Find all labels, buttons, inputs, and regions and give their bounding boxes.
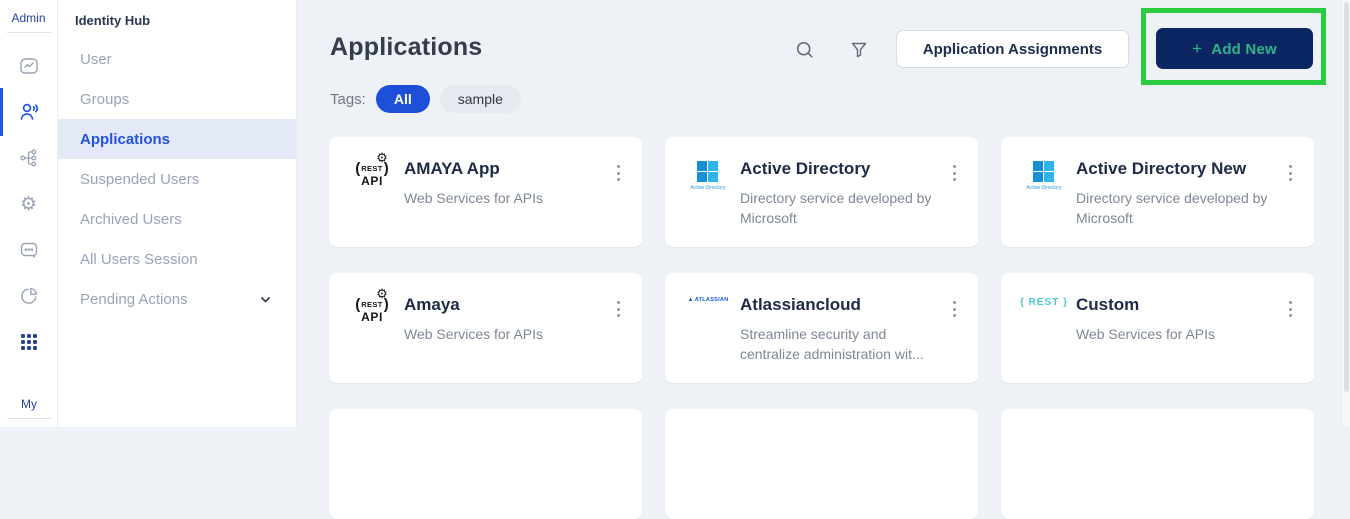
card-title: AMAYA App: [404, 159, 500, 179]
add-new-button[interactable]: +Add New: [1156, 28, 1313, 69]
pie-chart-icon[interactable]: [17, 284, 41, 308]
atlassian-icon: ▲ATLASSIAN: [687, 297, 728, 303]
rail-divider: [7, 32, 51, 33]
sidebar-item-label: Pending Actions: [80, 291, 188, 308]
sidebar-item-label: Applications: [80, 131, 170, 148]
sidebar-item-suspended-users[interactable]: Suspended Users: [58, 159, 296, 199]
gear-icon[interactable]: ⚙: [17, 192, 41, 216]
sidebar-menu: User Groups Applications Suspended Users…: [58, 39, 296, 319]
active-directory-icon: Active Directory: [690, 161, 725, 191]
tags-row: Tags: All sample: [330, 85, 521, 113]
card-partial: [329, 409, 642, 519]
card-description: Directory service developed by Microsoft: [740, 188, 932, 228]
admin-rail: Admin ⚙: [0, 0, 58, 427]
rail-my-label[interactable]: My: [0, 397, 58, 411]
sidebar-item-archived-users[interactable]: Archived Users: [58, 199, 296, 239]
card-menu-button[interactable]: [1280, 161, 1300, 185]
chevron-down-icon: [259, 293, 272, 306]
sidebar-title: Identity Hub: [58, 0, 296, 28]
sidebar-item-user[interactable]: User: [58, 39, 296, 79]
application-card[interactable]: { REST } Custom Web Services for APIs: [1001, 273, 1314, 383]
card-partial: [665, 409, 978, 519]
sidebar-item-applications[interactable]: Applications: [58, 119, 296, 159]
sidebar-item-label: All Users Session: [80, 251, 198, 268]
cards-grid: ⚙(REST)API AMAYA App Web Services for AP…: [329, 137, 1314, 519]
rest-api-icon: ⚙(REST)API: [355, 297, 389, 323]
card-menu-button[interactable]: [608, 161, 628, 185]
search-button[interactable]: [793, 38, 817, 62]
card-title: Custom: [1076, 295, 1139, 315]
sidebar-item-label: Groups: [80, 91, 129, 108]
sidebar-item-groups[interactable]: Groups: [58, 79, 296, 119]
card-description: Streamline security and centralize admin…: [740, 324, 932, 364]
tag-pill-all[interactable]: All: [376, 85, 430, 113]
application-card[interactable]: ⚙(REST)API AMAYA App Web Services for AP…: [329, 137, 642, 247]
dashboard-icon[interactable]: [17, 54, 41, 78]
main-content: Applications Application Assignments +Ad…: [297, 0, 1350, 427]
card-icon-slot: ⚙(REST)API: [347, 297, 397, 323]
rest-custom-icon: { REST }: [1020, 297, 1068, 308]
card-icon-slot: Active Directory: [683, 161, 733, 191]
card-title: Active Directory New: [1076, 159, 1246, 179]
sitemap-icon[interactable]: [17, 146, 41, 170]
rail-admin-label: Admin: [0, 11, 57, 25]
card-description: Directory service developed by Microsoft: [1076, 188, 1268, 228]
card-title: Active Directory: [740, 159, 870, 179]
card-description: Web Services for APIs: [404, 188, 596, 208]
application-card[interactable]: ⚙(REST)API Amaya Web Services for APIs: [329, 273, 642, 383]
plus-icon: +: [1192, 39, 1202, 58]
card-icon-slot: ▲ATLASSIAN: [683, 297, 733, 303]
card-partial: [1001, 409, 1314, 519]
sidebar: Identity Hub User Groups Applications Su…: [58, 0, 297, 427]
active-directory-icon: Active Directory: [1026, 161, 1061, 191]
sidebar-item-all-users-session[interactable]: All Users Session: [58, 239, 296, 279]
rail-active-indicator: [0, 88, 3, 136]
application-assignments-button[interactable]: Application Assignments: [896, 30, 1129, 68]
sidebar-item-label: Archived Users: [80, 211, 182, 228]
scrollbar-track[interactable]: [1342, 0, 1350, 427]
card-title: Atlassiancloud: [740, 295, 861, 315]
card-menu-button[interactable]: [944, 297, 964, 321]
card-description: Web Services for APIs: [1076, 324, 1268, 344]
filter-icon[interactable]: [847, 38, 871, 62]
tag-pill-sample[interactable]: sample: [440, 85, 521, 113]
card-menu-button[interactable]: [944, 161, 964, 185]
rail-divider-bottom: [7, 418, 51, 419]
card-title: Amaya: [404, 295, 460, 315]
card-icon-slot: Active Directory: [1019, 161, 1069, 191]
application-card[interactable]: ▲ATLASSIAN Atlassiancloud Streamline sec…: [665, 273, 978, 383]
application-card[interactable]: Active Directory Active Directory Direct…: [665, 137, 978, 247]
rest-api-icon: ⚙(REST)API: [355, 161, 389, 187]
users-icon[interactable]: [17, 100, 41, 124]
apps-grid-icon[interactable]: [17, 330, 41, 354]
card-icon-slot: { REST }: [1019, 297, 1069, 308]
application-card[interactable]: Active Directory Active Directory New Di…: [1001, 137, 1314, 247]
card-menu-button[interactable]: [608, 297, 628, 321]
sidebar-item-label: Suspended Users: [80, 171, 199, 188]
card-icon-slot: ⚙(REST)API: [347, 161, 397, 187]
card-description: Web Services for APIs: [404, 324, 596, 344]
scrollbar-thumb[interactable]: [1344, 2, 1349, 392]
tags-label: Tags:: [330, 91, 366, 108]
sidebar-item-label: User: [80, 51, 112, 68]
page-title: Applications: [330, 33, 482, 62]
card-menu-button[interactable]: [1280, 297, 1300, 321]
chat-icon[interactable]: [17, 238, 41, 262]
sidebar-item-pending-actions[interactable]: Pending Actions: [58, 279, 296, 319]
